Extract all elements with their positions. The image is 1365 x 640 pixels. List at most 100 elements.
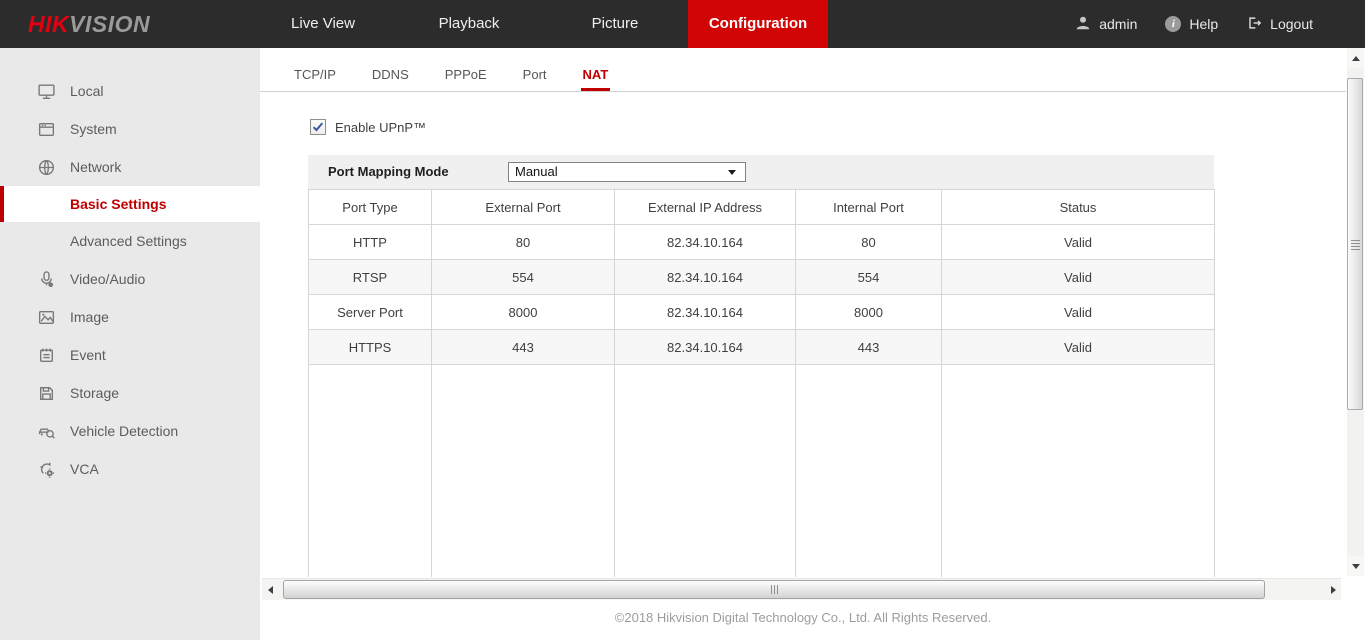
horizontal-scrollbar-thumb[interactable] [283, 580, 1265, 599]
sidebar-item-event[interactable]: Event [0, 336, 260, 374]
sidebar-item-label: Local [70, 83, 103, 99]
column-header: Port Type [309, 190, 432, 225]
cell-port-type: HTTPS [309, 330, 432, 365]
cell-port-type: Server Port [309, 295, 432, 330]
sidebar-item-storage[interactable]: Storage [0, 374, 260, 412]
content-area: TCP/IP DDNS PPPoE Port NAT Enable UPnP™ … [260, 48, 1346, 640]
scroll-left-icon [268, 586, 273, 594]
cell-port-type: HTTP [309, 225, 432, 260]
logout-label: Logout [1270, 16, 1313, 32]
scroll-up-button[interactable] [1347, 48, 1364, 68]
nav-live-view[interactable]: Live View [250, 0, 396, 48]
scrollbar-grip-icon [771, 585, 778, 594]
vertical-scrollbar-thumb[interactable] [1347, 78, 1363, 410]
enable-upnp-label: Enable UPnP™ [335, 120, 426, 135]
window-icon [36, 119, 56, 139]
nav-playback[interactable]: Playback [396, 0, 542, 48]
logout-button[interactable]: Logout [1246, 15, 1313, 34]
cell-port-type: RTSP [309, 260, 432, 295]
settings-tab-bar: TCP/IP DDNS PPPoE Port NAT [260, 48, 1346, 92]
nav-picture[interactable]: Picture [542, 0, 688, 48]
tab-port[interactable]: Port [521, 67, 549, 91]
port-mapping-mode-select[interactable]: Manual [508, 162, 746, 182]
sidebar-item-advanced-settings[interactable]: Advanced Settings [0, 222, 260, 260]
cell-external-ip: 82.34.10.164 [615, 330, 796, 365]
sidebar-item-label: Network [70, 159, 121, 175]
cell-external-port: 8000 [432, 295, 615, 330]
nav-configuration[interactable]: Configuration [688, 0, 828, 48]
sidebar-item-label: Event [70, 347, 106, 363]
username-label: admin [1099, 16, 1137, 32]
scrollbar-grip-icon [1351, 239, 1360, 250]
column-header: Internal Port [796, 190, 942, 225]
scroll-right-button[interactable] [1325, 579, 1341, 601]
sidebar-item-basic-settings[interactable]: Basic Settings [0, 186, 260, 222]
microphone-icon [36, 269, 56, 289]
hikvision-logo: HIKVISION [28, 0, 150, 48]
logo-text-gray: VISION [69, 11, 150, 37]
port-mapping-mode-label: Port Mapping Mode [328, 155, 449, 189]
table-row: HTTPS 443 82.34.10.164 443 Valid [309, 330, 1215, 365]
sidebar-item-label: VCA [70, 461, 99, 477]
chevron-down-icon [728, 170, 736, 175]
port-mapping-mode-value: Manual [515, 164, 558, 179]
checkmark-icon [311, 120, 325, 134]
sidebar-item-label: Advanced Settings [70, 233, 187, 249]
enable-upnp-row: Enable UPnP™ [310, 115, 426, 139]
sidebar-item-network[interactable]: Network [0, 148, 260, 186]
table-row: HTTP 80 82.34.10.164 80 Valid [309, 225, 1215, 260]
scroll-right-icon [1331, 586, 1336, 594]
vca-gear-icon [36, 459, 56, 479]
sidebar-item-video-audio[interactable]: Video/Audio [0, 260, 260, 298]
sidebar-item-label: Storage [70, 385, 119, 401]
cell-internal-port: 8000 [796, 295, 942, 330]
logged-in-user: admin [1075, 15, 1137, 34]
tab-ddns[interactable]: DDNS [370, 67, 411, 91]
image-icon [36, 307, 56, 327]
help-button[interactable]: i Help [1165, 16, 1218, 32]
cell-external-port: 80 [432, 225, 615, 260]
sidebar-item-label: Video/Audio [70, 271, 145, 287]
tab-tcpip[interactable]: TCP/IP [292, 67, 338, 91]
tab-pppoe[interactable]: PPPoE [443, 67, 489, 91]
sidebar-item-label: Vehicle Detection [70, 423, 178, 439]
column-header: External IP Address [615, 190, 796, 225]
cell-external-ip: 82.34.10.164 [615, 260, 796, 295]
help-label: Help [1189, 16, 1218, 32]
sidebar-item-label: Basic Settings [70, 196, 166, 212]
table-header-row: Port Type External Port External IP Addr… [309, 190, 1215, 225]
user-icon [1075, 15, 1091, 34]
vehicle-search-icon [36, 421, 56, 441]
globe-icon [36, 157, 56, 177]
sidebar-item-label: System [70, 121, 117, 137]
port-mapping-mode-bar: Port Mapping Mode Manual [308, 155, 1214, 189]
horizontal-scrollbar[interactable] [262, 578, 1341, 600]
scroll-up-icon [1352, 56, 1360, 61]
scroll-down-button[interactable] [1347, 556, 1364, 576]
sidebar-item-vca[interactable]: VCA [0, 450, 260, 488]
column-header: External Port [432, 190, 615, 225]
cell-external-port: 554 [432, 260, 615, 295]
scroll-down-icon [1352, 564, 1360, 569]
cell-status: Valid [942, 260, 1215, 295]
sidebar-item-vehicle-detection[interactable]: Vehicle Detection [0, 412, 260, 450]
sidebar-item-label: Image [70, 309, 109, 325]
logo-text-red: HIK [28, 11, 69, 37]
cell-internal-port: 443 [796, 330, 942, 365]
sidebar-item-image[interactable]: Image [0, 298, 260, 336]
tab-nat[interactable]: NAT [581, 67, 611, 91]
vertical-scrollbar[interactable] [1347, 48, 1364, 576]
calendar-icon [36, 345, 56, 365]
top-bar: HIKVISION Live View Playback Picture Con… [0, 0, 1365, 48]
sidebar-item-system[interactable]: System [0, 110, 260, 148]
cell-internal-port: 80 [796, 225, 942, 260]
scroll-left-button[interactable] [262, 579, 278, 601]
enable-upnp-checkbox[interactable] [310, 119, 326, 135]
info-icon: i [1165, 16, 1181, 32]
cell-external-ip: 82.34.10.164 [615, 225, 796, 260]
floppy-disk-icon [36, 383, 56, 403]
sidebar-item-local[interactable]: Local [0, 72, 260, 110]
cell-status: Valid [942, 330, 1215, 365]
cell-status: Valid [942, 225, 1215, 260]
cell-external-ip: 82.34.10.164 [615, 295, 796, 330]
